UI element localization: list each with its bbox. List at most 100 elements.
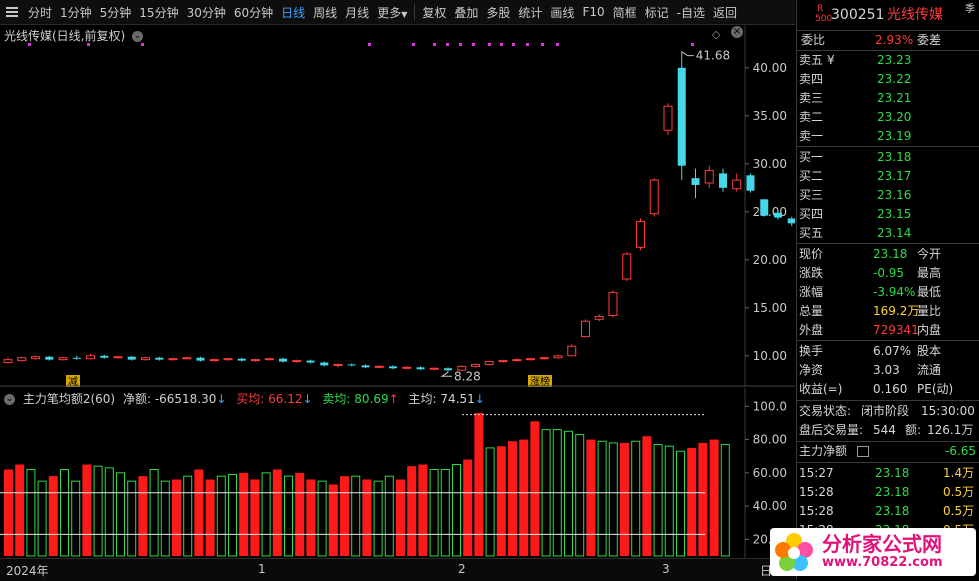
signal-dot: [412, 43, 415, 46]
quote-label: 涨幅: [799, 285, 824, 299]
arrow-up-icon: ↑: [388, 392, 399, 406]
more-dropdown[interactable]: 更多▼: [373, 4, 411, 21]
stat-value: 0.160: [873, 382, 908, 396]
candle-body: [581, 320, 590, 338]
quote-label-right: 量比: [917, 304, 942, 318]
quote-panel: R 500 300251 光线传媒 季 委比 2.93% 委差 卖五 23.23 ¥…: [796, 0, 979, 580]
buy-level-price: 23.14: [877, 226, 912, 240]
candle-body: [209, 359, 219, 362]
indicator-bar: [440, 469, 450, 557]
tab-5min[interactable]: 5分钟: [96, 4, 136, 21]
xaxis-label-feb: 2: [458, 562, 466, 576]
quote-row: 外盘 729341 内盘: [797, 321, 979, 340]
season-label[interactable]: 季: [965, 0, 975, 19]
sell-level-price: 23.20: [877, 110, 912, 124]
statistics-button[interactable]: 统计: [514, 4, 546, 21]
table-icon[interactable]: [857, 446, 869, 457]
tick-row: 15:28 23.18 0.5万: [797, 483, 979, 502]
indicator-bar: [306, 479, 316, 556]
y-tick-label: 35.00: [753, 109, 787, 123]
stat-label-right: 流通: [917, 363, 942, 377]
indicator-bar: [172, 479, 181, 556]
back-button[interactable]: 返回: [709, 4, 741, 21]
candle-body: [58, 357, 68, 361]
indicator-chart[interactable]: 100.080.0060.0040.0020.00: [0, 388, 795, 558]
indicator-bar: [676, 450, 685, 557]
stat-label: 净资: [799, 363, 824, 377]
tab-30min[interactable]: 30分钟: [183, 4, 230, 21]
adjust-button[interactable]: 复权: [418, 4, 450, 21]
buy-level-row: 买一 23.18: [797, 148, 979, 167]
candle-body: [787, 218, 795, 224]
tab-weekly[interactable]: 周线: [309, 4, 341, 21]
chevron-down-icon[interactable]: ⌄: [132, 31, 144, 42]
simple-frame-button[interactable]: 简框: [609, 4, 641, 21]
chart-title-row: 光线传媒(日线,前复权) ⌄: [4, 27, 144, 44]
stat-label: 换手: [799, 344, 824, 358]
candle-body: [320, 362, 329, 366]
candle-body: [704, 170, 714, 184]
candle-body: [429, 367, 439, 370]
tab-1min[interactable]: 1分钟: [56, 4, 96, 21]
flower-logo-icon: [775, 533, 813, 571]
candle-body: [113, 356, 123, 359]
y-tick-label: 80.00: [753, 433, 787, 447]
candle-body: [237, 358, 246, 361]
indicator-bar: [485, 447, 495, 557]
tab-timeshare[interactable]: 分时: [24, 4, 56, 21]
chevron-down-icon[interactable]: ⌄: [4, 394, 15, 405]
draw-line-button[interactable]: 画线: [546, 4, 578, 21]
indicator-bar: [328, 484, 338, 556]
quote-label-right: 今开: [917, 247, 942, 261]
candle-body: [663, 105, 673, 131]
indicator-bar: [295, 472, 305, 556]
candle-body: [31, 356, 40, 360]
tab-60min[interactable]: 60分钟: [230, 4, 277, 21]
tick-time: 15:27: [799, 466, 834, 480]
candle-body: [168, 358, 178, 361]
diamond-icon[interactable]: ◇: [712, 28, 720, 41]
tick-time: 15:28: [799, 504, 834, 518]
indicator-bar: [4, 469, 13, 556]
after-hours-label: 盘后交易量:: [799, 423, 864, 437]
candle-body: [416, 367, 425, 370]
main-net-label: 主力净额: [799, 444, 848, 458]
candle-body: [251, 359, 260, 362]
y-tick-label: 40.00: [753, 499, 787, 513]
indicator-bar: [340, 476, 349, 556]
indicator-bar: [205, 479, 215, 556]
candle-body: [567, 345, 577, 357]
buy-level-label: 买一: [799, 150, 824, 164]
high-marker-line: [681, 51, 694, 57]
f10-button[interactable]: F10: [578, 5, 608, 19]
stat-row: 净资 3.03 流通: [797, 361, 979, 380]
menu-icon[interactable]: [6, 7, 18, 17]
indicator-bar: [48, 476, 58, 556]
signal-dot: [691, 43, 694, 46]
stat-label-right: PE(动): [917, 382, 954, 396]
tab-monthly[interactable]: 月线: [341, 4, 373, 21]
overlay-button[interactable]: 叠加: [450, 4, 482, 21]
stat-value: 3.03: [873, 363, 900, 377]
trade-status-label: 交易状态:: [799, 404, 852, 418]
indicator-bar: [396, 479, 405, 556]
quote-label-right: 最低: [917, 285, 942, 299]
add-watchlist-button[interactable]: -自选: [673, 4, 709, 21]
close-icon[interactable]: ×: [731, 26, 743, 38]
sell-level-row: 卖一 23.19: [797, 127, 979, 146]
candle-body: [622, 253, 632, 280]
y-tick-label: 30.00: [753, 157, 787, 171]
mark-button[interactable]: 标记: [641, 4, 673, 21]
indicator-bar: [104, 467, 114, 557]
tick-row: 15:27 23.18 1.4万: [797, 464, 979, 483]
tab-daily[interactable]: 日线: [277, 4, 309, 21]
tab-15min[interactable]: 15分钟: [135, 4, 182, 21]
net-value: -66518.30: [154, 392, 217, 406]
indicator-bar: [597, 440, 607, 557]
y-tick-label: 60.00: [753, 466, 787, 480]
candle-body: [526, 358, 535, 361]
signal-dot: [488, 43, 491, 46]
arrow-down-icon: ↓: [216, 392, 227, 406]
candlestick-chart[interactable]: 40.0035.0030.0025.0020.0015.0010.0041.68…: [0, 25, 795, 387]
multi-stock-button[interactable]: 多股: [482, 4, 514, 21]
